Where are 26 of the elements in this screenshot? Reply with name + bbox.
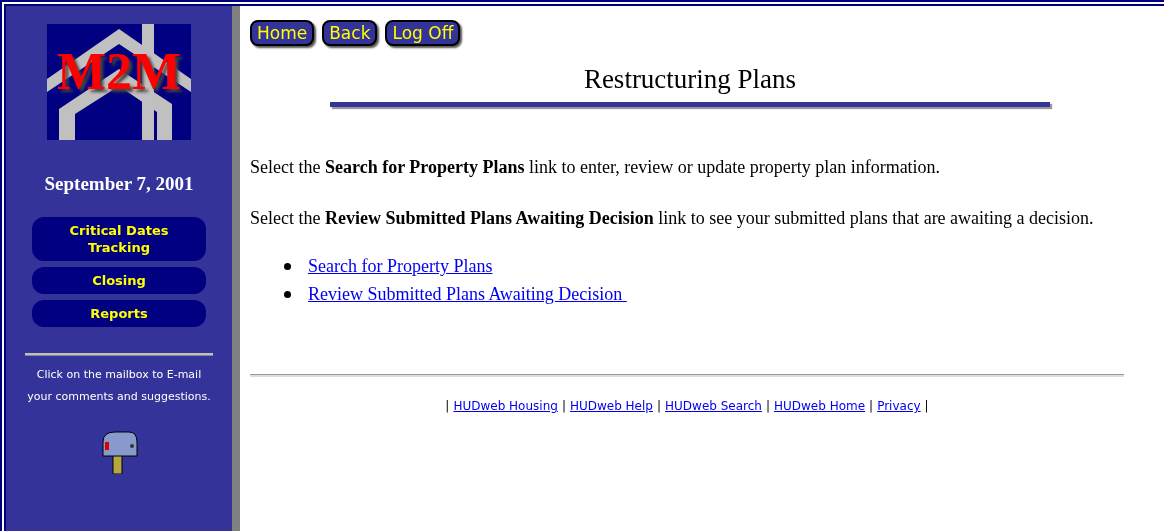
toolbar-button[interactable]: Home xyxy=(250,20,315,46)
separator-text: | xyxy=(869,398,874,415)
page-link[interactable]: Search for Property Plans xyxy=(308,252,493,280)
separator-text: | xyxy=(561,398,566,415)
bullet-icon xyxy=(284,262,291,270)
page-title: Restructuring Plans xyxy=(582,63,798,96)
separator-text: | xyxy=(924,398,929,415)
footer-link[interactable]: HUDweb Search xyxy=(665,397,762,415)
mail-note: Click on the mailbox to E-mail your comments and suggestions. xyxy=(26,366,212,405)
footer-link[interactable]: HUDweb Home xyxy=(773,397,866,415)
nav-button[interactable]: Critical Dates Tracking xyxy=(32,216,206,261)
separator-text: | xyxy=(445,398,450,415)
footer-link[interactable]: HUDweb Help xyxy=(569,397,653,415)
toolbar-button[interactable]: Back xyxy=(322,20,378,46)
nav-button[interactable]: Closing xyxy=(32,266,206,294)
footer-link[interactable]: HUDweb Housing xyxy=(453,397,558,415)
page-link[interactable]: Review Submitted Plans Awaiting Decision xyxy=(308,280,627,308)
nav-button[interactable]: Reports xyxy=(32,299,206,327)
date: September 7, 2001 xyxy=(44,172,194,196)
separator-text: | xyxy=(765,398,770,415)
separator-text: | xyxy=(656,398,661,415)
instruction-text: Select the Search for Property Plans link to enter, review or update property plan information. xyxy=(250,156,942,179)
toolbar-button[interactable]: Log Off xyxy=(385,20,461,46)
instruction-text: Select the Review Submitted Plans Awaiting Decision link to see your submitted plans that are awaiting a decision. xyxy=(250,207,1095,230)
bullet-icon xyxy=(284,290,291,298)
footer-link[interactable]: Privacy xyxy=(877,397,921,415)
